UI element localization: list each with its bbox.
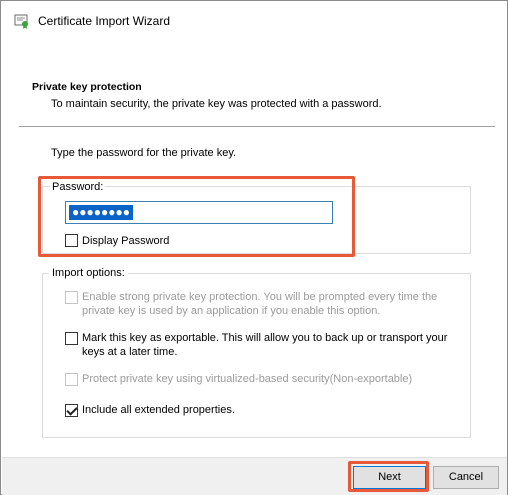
section-title: Private key protection (32, 81, 142, 93)
import-options-label: Import options: (49, 267, 128, 279)
certificate-import-wizard-window: Certificate Import Wizard Private key pr… (0, 0, 508, 495)
mark-exportable-checkbox[interactable] (65, 332, 78, 345)
include-extended-properties-checkbox[interactable] (65, 404, 78, 417)
mark-exportable-label-line1[interactable]: Mark this key as exportable. This will a… (82, 331, 447, 345)
virtualized-security-label: Protect private key using virtualized-ba… (82, 373, 413, 385)
next-highlight-box (348, 461, 429, 492)
virtualized-security-checkbox[interactable] (65, 373, 78, 386)
title-bar: Certificate Import Wizard (1, 1, 507, 41)
window-title: Certificate Import Wizard (38, 14, 171, 28)
password-highlight-box (38, 176, 355, 257)
wizard-footer (2, 457, 507, 495)
include-extended-properties-label[interactable]: Include all extended properties. (82, 403, 235, 417)
certificate-icon (14, 13, 30, 29)
password-prompt: Type the password for the private key. (51, 147, 237, 159)
header-divider (19, 126, 495, 127)
cancel-button[interactable]: Cancel (433, 466, 499, 489)
strong-key-protection-label-line2: private key is used by an application if… (82, 305, 381, 317)
strong-key-protection-label-line1: Enable strong private key protection. Yo… (82, 291, 438, 303)
mark-exportable-label-line2[interactable]: keys at a later time. (82, 345, 177, 359)
strong-key-protection-checkbox[interactable] (65, 291, 78, 304)
section-description: To maintain security, the private key wa… (51, 98, 382, 110)
